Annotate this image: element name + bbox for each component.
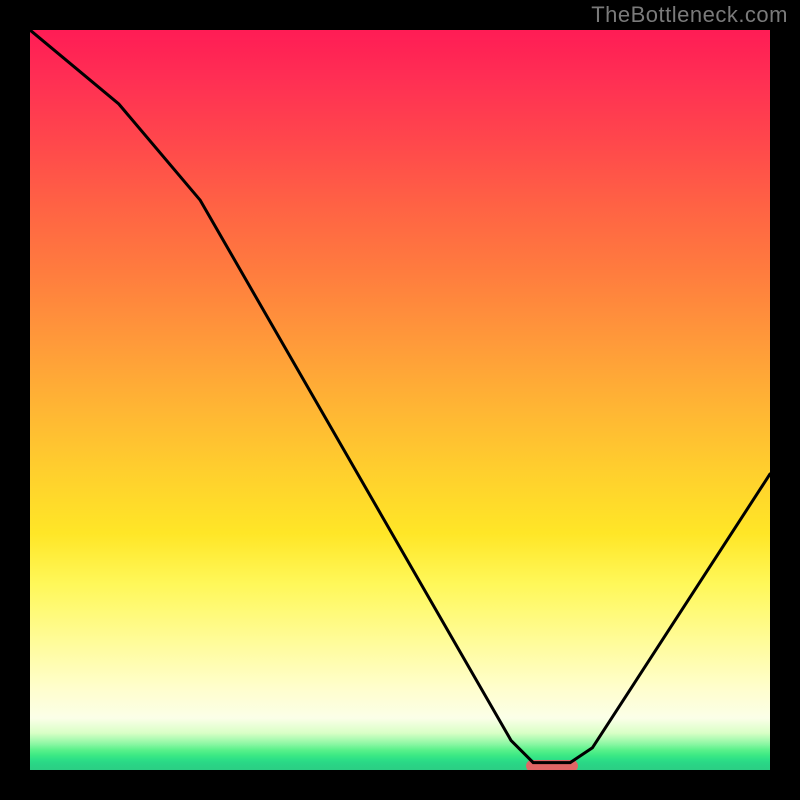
plot-area — [30, 30, 770, 770]
curve-layer — [30, 30, 770, 770]
chart-frame: TheBottleneck.com — [0, 0, 800, 800]
bottleneck-curve — [30, 30, 770, 763]
curve-svg — [30, 30, 770, 770]
attribution-text: TheBottleneck.com — [591, 2, 788, 28]
